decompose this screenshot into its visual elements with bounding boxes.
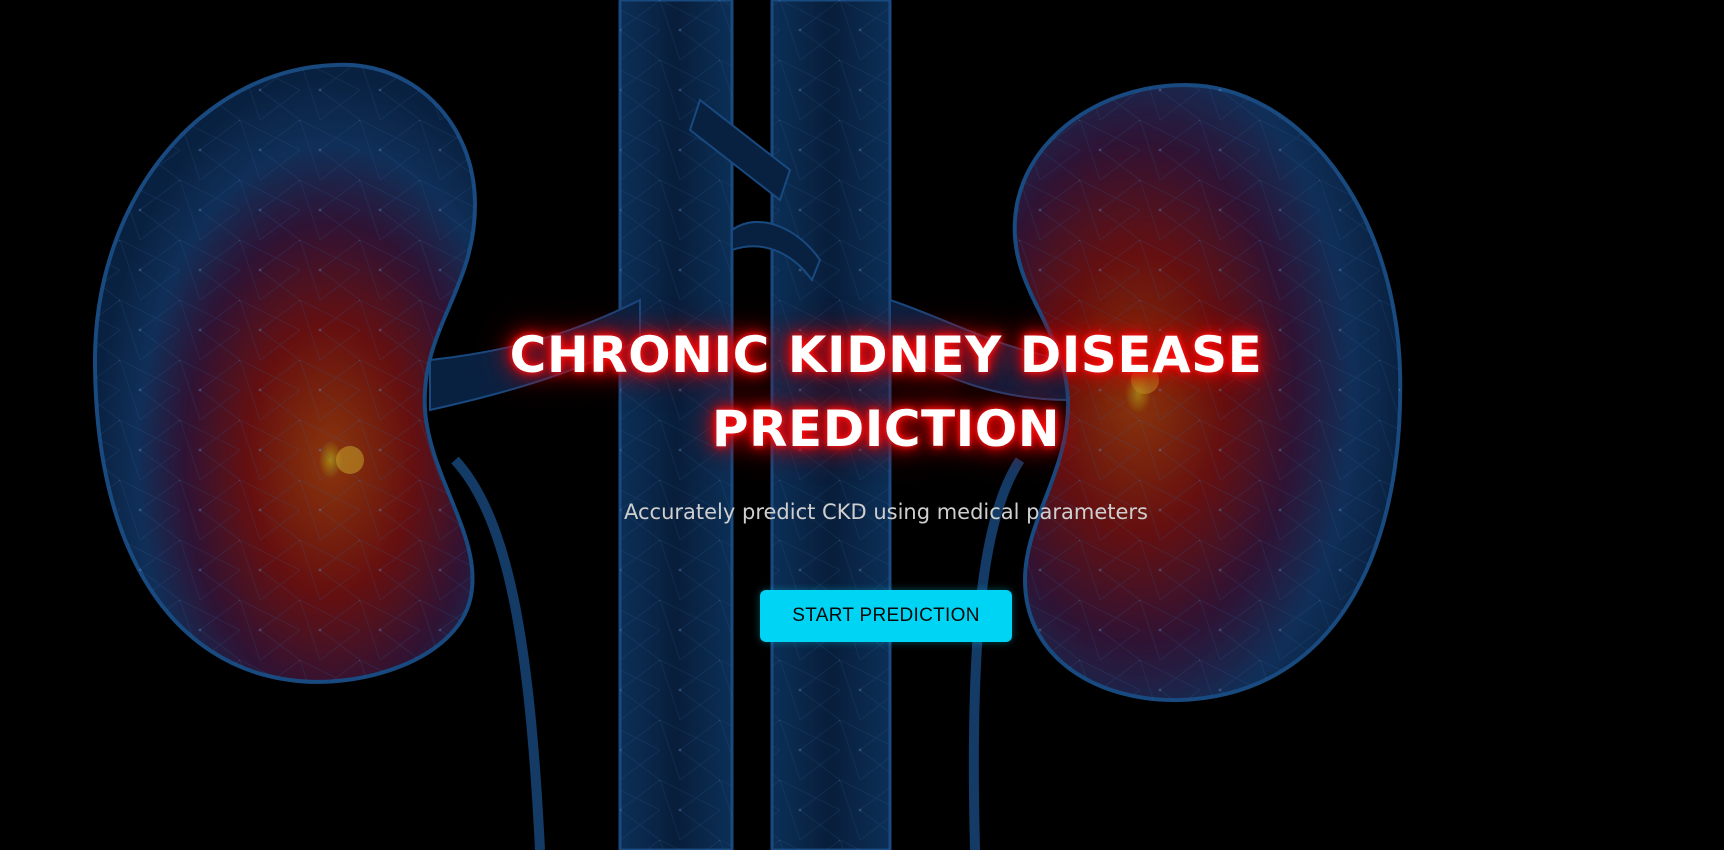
hero-section: CHRONIC KIDNEY DISEASE PREDICTION Accura… [0,0,1724,850]
page-title: CHRONIC KIDNEY DISEASE PREDICTION [0,318,1724,466]
hero-content: CHRONIC KIDNEY DISEASE PREDICTION Accura… [0,0,1724,850]
title-line-1: CHRONIC KIDNEY DISEASE [509,326,1263,384]
hero-subtitle: Accurately predict CKD using medical par… [624,500,1148,524]
start-prediction-button[interactable]: START PREDICTION [760,590,1012,642]
title-line-2: PREDICTION [711,400,1061,458]
